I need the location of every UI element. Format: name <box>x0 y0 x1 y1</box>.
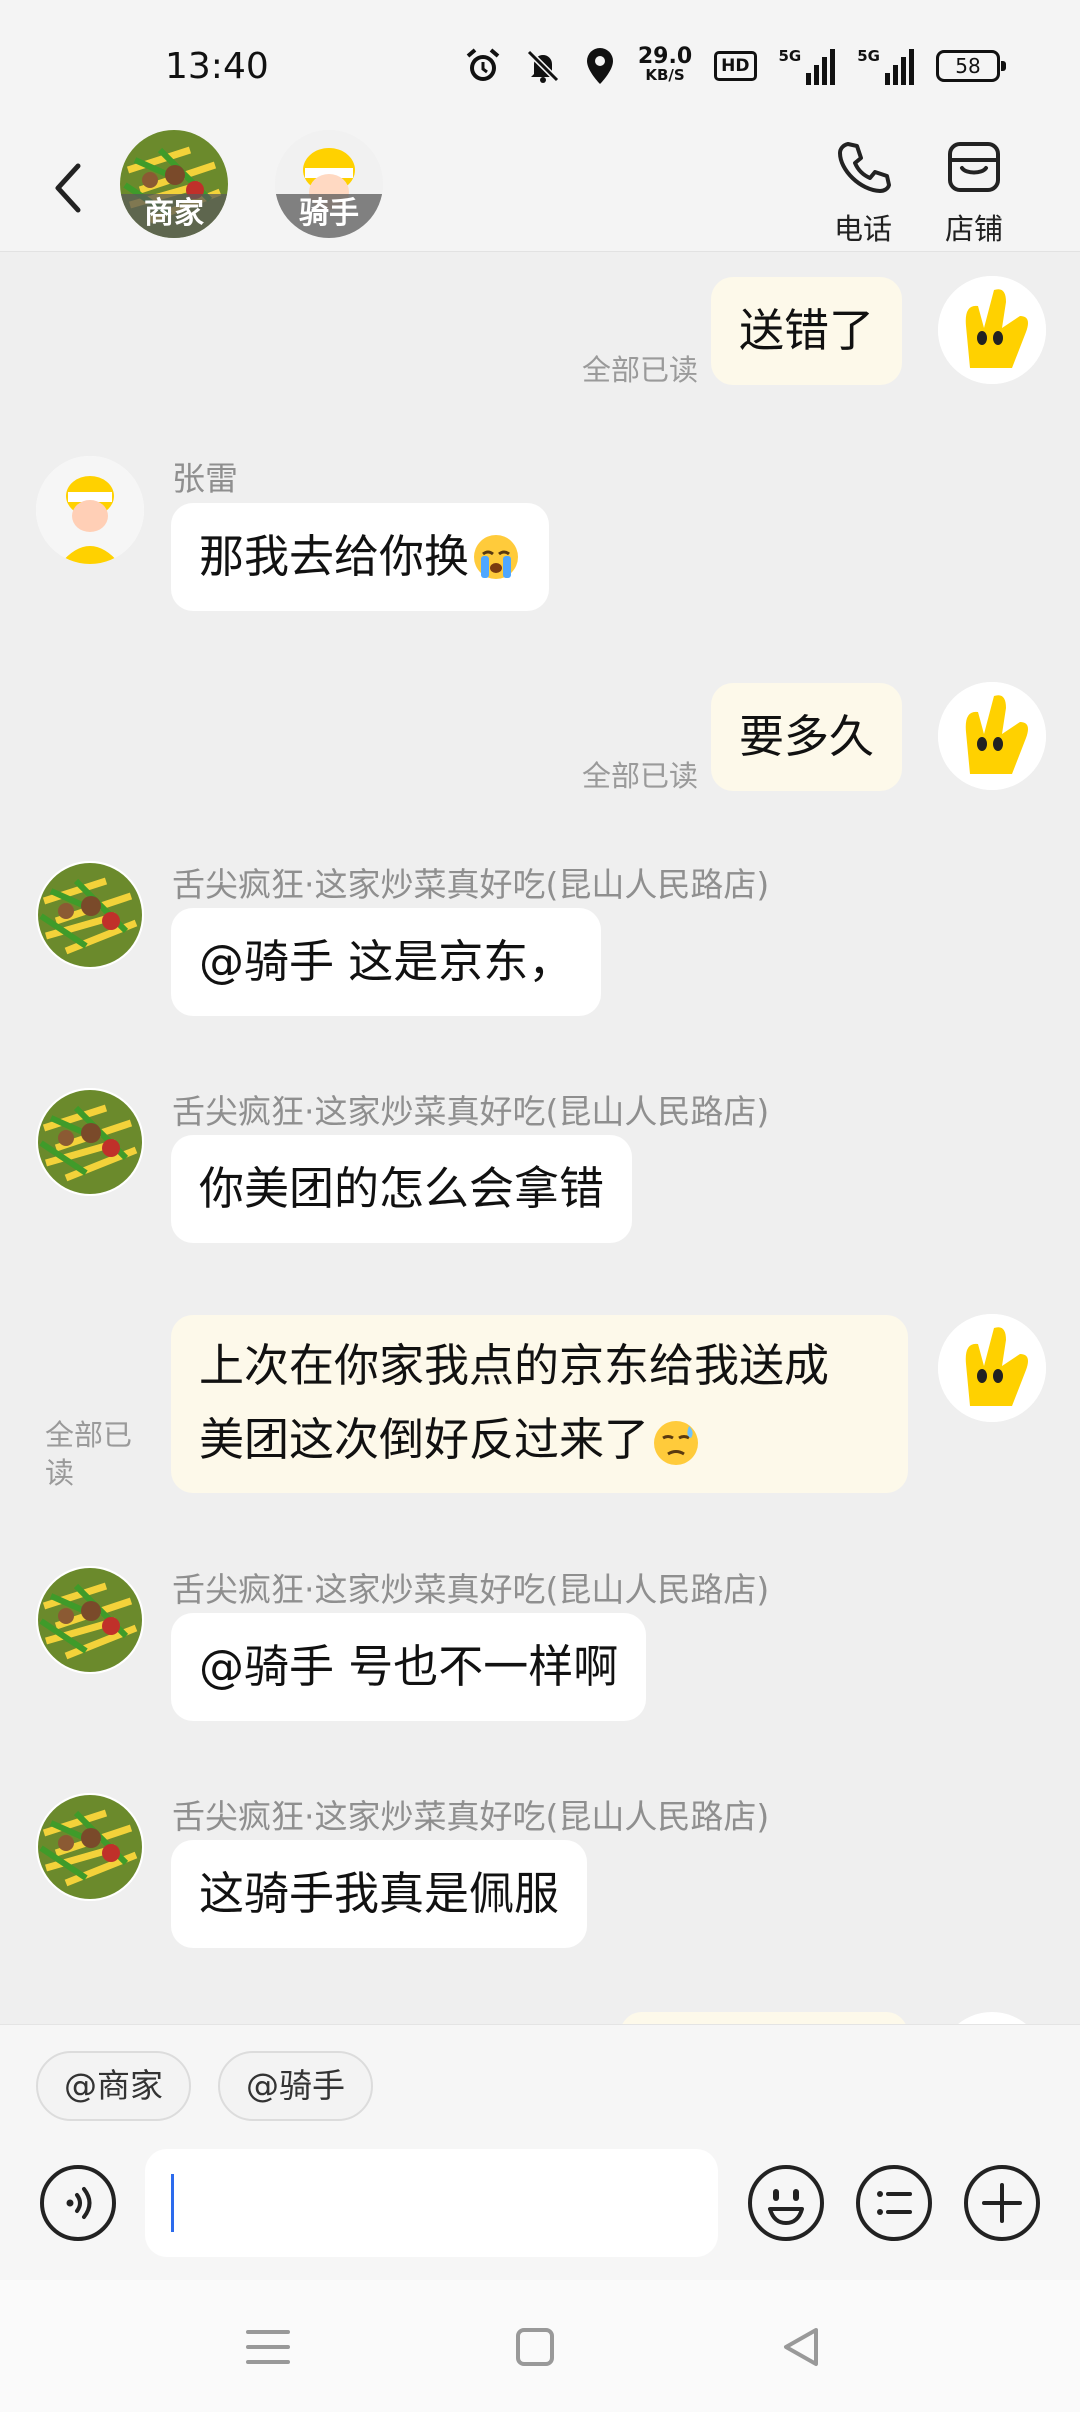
sender-avatar[interactable] <box>36 1566 144 1674</box>
user-avatar[interactable] <box>938 1314 1046 1422</box>
read-status: 全部已读 <box>45 1418 133 1490</box>
yellow-hand-mascot-icon <box>938 682 1046 790</box>
back-button[interactable] <box>48 156 88 220</box>
phone-button[interactable]: 电话 <box>818 130 908 252</box>
food-dish-image <box>36 1088 144 1196</box>
alarm-icon <box>464 46 502 86</box>
message-bubble-partial <box>620 2012 908 2024</box>
message-text-line: 上次在你家我点的京东给我送成 <box>199 1339 830 1392</box>
sender-avatar[interactable] <box>36 456 144 564</box>
store-button[interactable]: 店铺 <box>929 130 1019 252</box>
message-bubble[interactable]: 要多久 <box>711 683 903 791</box>
rider-avatar[interactable]: 骑手 <box>275 130 383 238</box>
location-icon <box>584 46 616 86</box>
message-bubble[interactable]: 这骑手我真是佩服 <box>171 1840 588 1948</box>
user-avatar-partial <box>938 2012 1046 2024</box>
yellow-hand-mascot-icon <box>938 276 1046 384</box>
voice-button[interactable] <box>38 2163 118 2243</box>
home-nav-button[interactable] <box>506 2322 566 2372</box>
read-status: 全部已读 <box>582 353 699 387</box>
status-icons: 29.0 KB/S HD 5G 5G 58 <box>464 44 1006 88</box>
crying-face-emoji-icon <box>474 535 519 579</box>
rider-tag: 骑手 <box>275 194 383 238</box>
menu-icon <box>246 2330 290 2364</box>
smiley-icon <box>748 2165 824 2241</box>
status-time: 13:40 <box>165 46 269 87</box>
worried-face-emoji-icon <box>654 1421 699 1465</box>
store-icon <box>948 142 1000 192</box>
network-speed: 29.0 KB/S <box>637 44 693 84</box>
sender-avatar[interactable] <box>36 1793 144 1901</box>
status-bar: 13:40 29.0 KB/S HD 5G 5G 58 <box>0 0 1080 130</box>
chevron-left-icon <box>55 163 81 213</box>
list-icon <box>856 2165 932 2241</box>
food-dish-image <box>36 1566 144 1674</box>
more-button[interactable] <box>962 2163 1042 2243</box>
triangle-back-icon <box>784 2328 818 2366</box>
sender-name: 舌尖疯狂·这家炒菜真好吃(昆山人民路店) <box>172 1092 770 1131</box>
read-status: 全部已读 <box>582 759 699 793</box>
signal-sim1: 5G <box>779 47 836 85</box>
message-bubble[interactable]: @骑手 号也不一样啊 <box>171 1613 647 1721</box>
message-bubble[interactable]: 你美团的怎么会拿错 <box>171 1135 633 1243</box>
menu-nav-button[interactable] <box>238 2322 298 2372</box>
voice-icon <box>40 2165 116 2241</box>
message-bubble[interactable]: @骑手 这是京东， <box>171 908 602 1016</box>
sender-avatar[interactable] <box>36 861 144 969</box>
message-input[interactable] <box>145 2149 718 2257</box>
back-nav-button[interactable] <box>772 2322 832 2372</box>
hd-badge: HD <box>714 51 757 81</box>
merchant-tag: 商家 <box>120 194 228 238</box>
food-dish-image <box>36 1793 144 1901</box>
rider-avatar-image <box>36 456 144 564</box>
phone-icon <box>838 142 891 193</box>
sender-avatar[interactable] <box>36 1088 144 1196</box>
plus-icon <box>964 2165 1040 2241</box>
emoji-button[interactable] <box>746 2163 826 2243</box>
signal-sim2: 5G <box>857 47 914 85</box>
user-avatar[interactable] <box>938 276 1046 384</box>
yellow-hand-mascot-icon <box>938 1314 1046 1422</box>
food-dish-image <box>36 861 144 969</box>
mention-rider-chip[interactable]: @骑手 <box>218 2051 373 2121</box>
input-area: @商家 @骑手 <box>0 2024 1080 2280</box>
mute-icon <box>524 46 562 86</box>
chat-message-list[interactable]: 全部已读 送错了 张雷 那我去给你换 全部已读 要多久 舌尖疯狂·这家炒菜真好吃… <box>0 252 1080 2024</box>
home-square-icon <box>516 2328 554 2366</box>
sender-name: 张雷 <box>172 459 238 498</box>
store-label: 店铺 <box>944 212 1003 246</box>
sender-name: 舌尖疯狂·这家炒菜真好吃(昆山人民路店) <box>172 865 770 904</box>
message-text-line: 美团这次倒好反过来了 <box>199 1403 880 1477</box>
sender-name: 舌尖疯狂·这家炒菜真好吃(昆山人民路店) <box>172 1570 770 1609</box>
message-text: 那我去给你换 <box>199 530 470 583</box>
merchant-avatar[interactable]: 商家 <box>120 130 228 238</box>
mention-merchant-chip[interactable]: @商家 <box>36 2051 191 2121</box>
sender-name: 舌尖疯狂·这家炒菜真好吃(昆山人民路店) <box>172 1797 770 1836</box>
message-bubble[interactable]: 送错了 <box>711 277 903 385</box>
battery-indicator: 58 <box>936 50 1006 82</box>
message-bubble[interactable]: 上次在你家我点的京东给我送成 美团这次倒好反过来了 <box>171 1315 908 1493</box>
user-avatar[interactable] <box>938 682 1046 790</box>
phone-label: 电话 <box>833 212 892 246</box>
quick-phrases-button[interactable] <box>854 2163 934 2243</box>
text-cursor <box>171 2174 174 2232</box>
system-navigation-bar <box>0 2280 1080 2412</box>
chat-header: 商家 骑手 电话 店铺 <box>0 130 1080 252</box>
message-bubble[interactable]: 那我去给你换 <box>171 503 550 611</box>
